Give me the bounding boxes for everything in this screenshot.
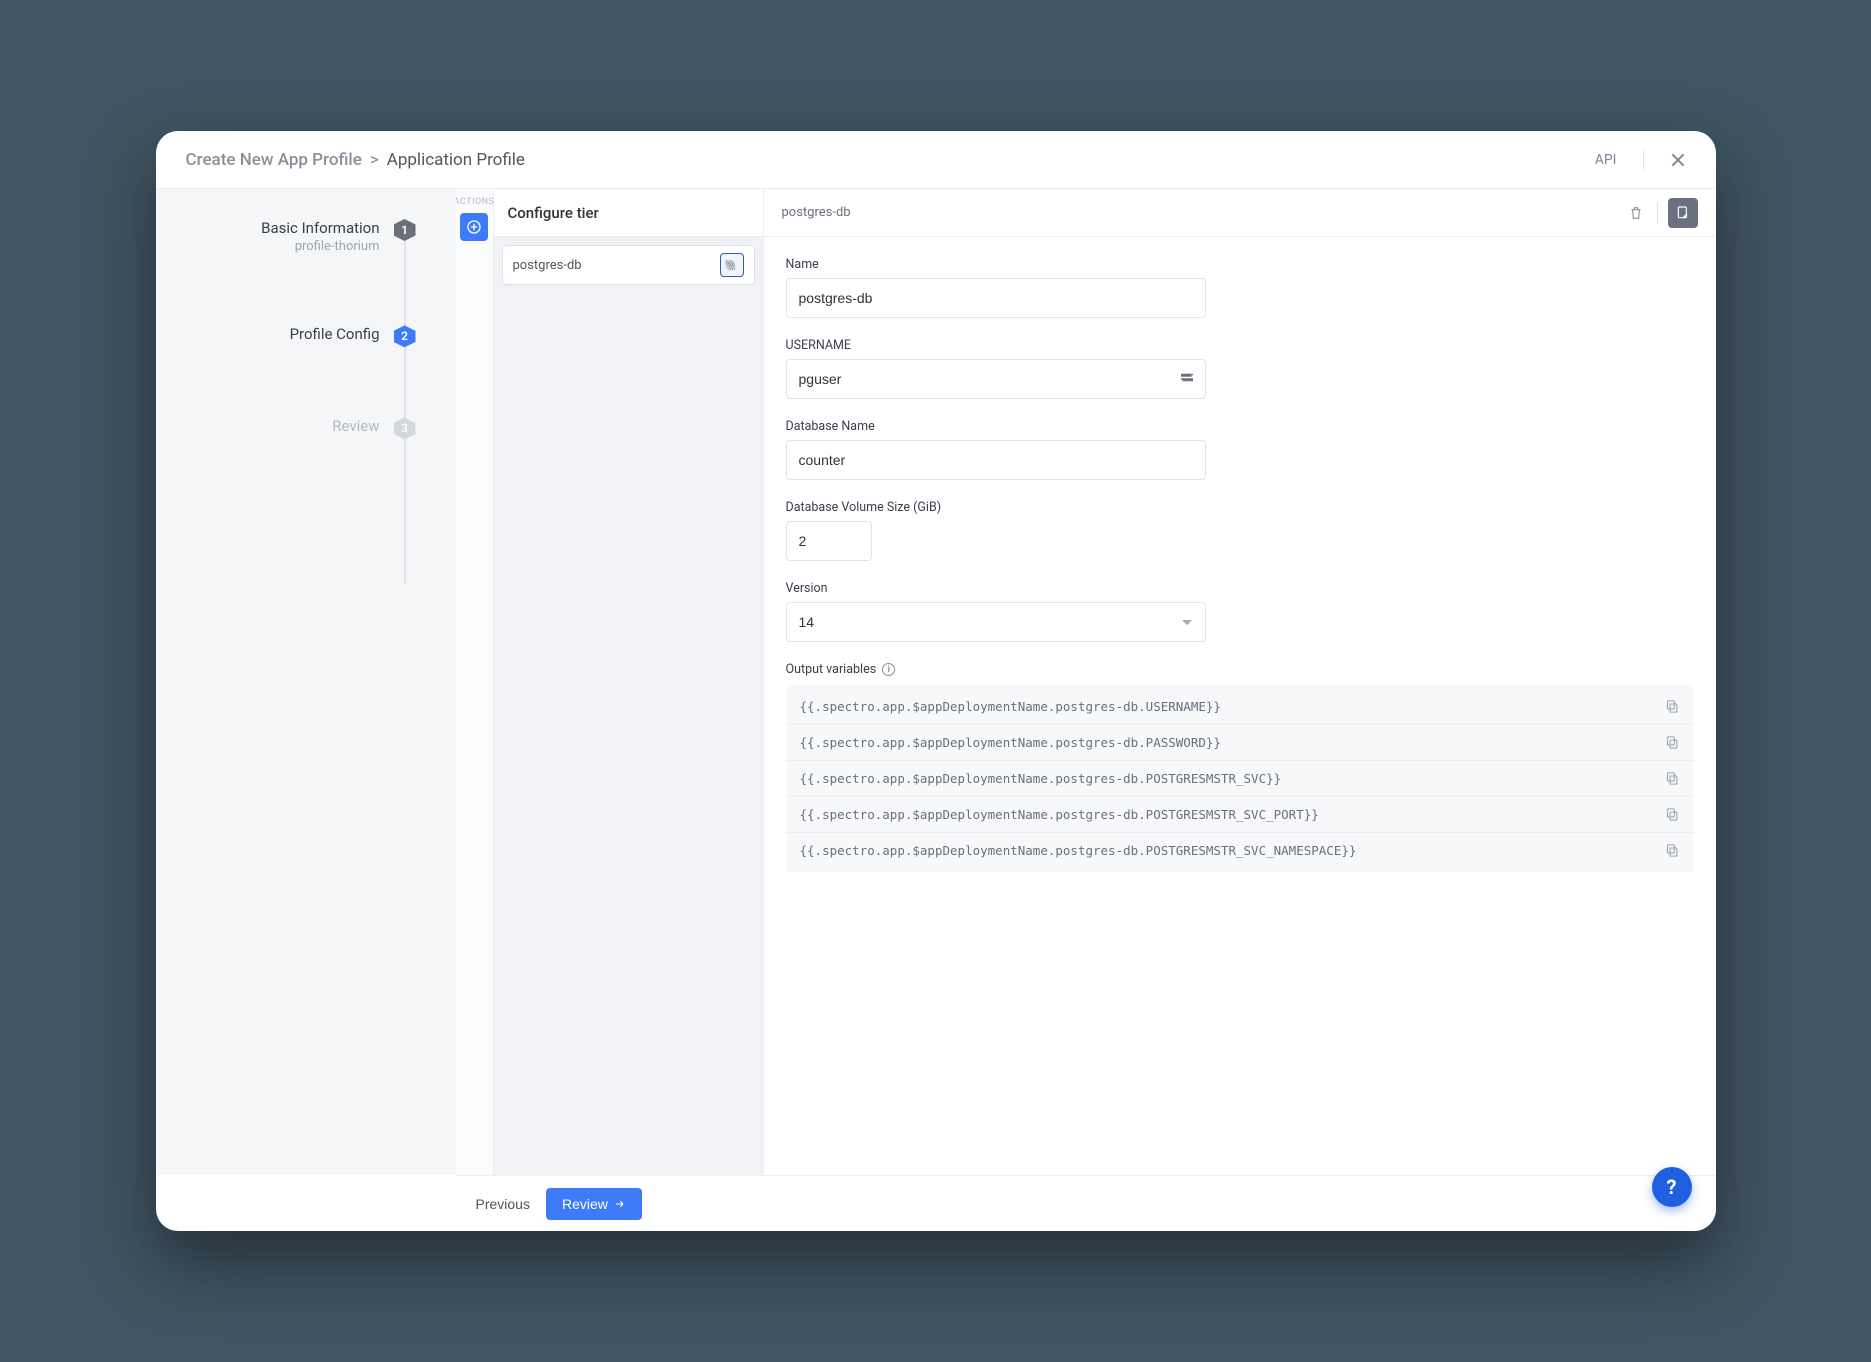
field-label: Name (786, 257, 1694, 272)
postgres-icon: 🐘 (720, 253, 744, 277)
output-var-row: {{.spectro.app.$appDeploymentName.postgr… (786, 689, 1694, 725)
step-title: Profile Config (290, 325, 380, 345)
output-var-row: {{.spectro.app.$appDeploymentName.postgr… (786, 725, 1694, 761)
tiers-column: ACTIONS Configure tier postgres-db 🐘 (456, 189, 764, 1175)
database-name-input[interactable] (786, 440, 1206, 480)
info-icon[interactable]: i (882, 663, 895, 676)
breadcrumb-current: Application Profile (387, 150, 525, 170)
breadcrumb-sep: > (370, 150, 379, 170)
output-var-text: {{.spectro.app.$appDeploymentName.postgr… (800, 807, 1319, 822)
actions-strip: ACTIONS (456, 189, 494, 1175)
version-select[interactable]: 14 (786, 602, 1206, 642)
trash-icon (1628, 205, 1644, 221)
step-basic-information[interactable]: Basic Information profile-thorium 1 (156, 219, 456, 255)
previous-button[interactable]: Previous (476, 1196, 530, 1212)
api-link[interactable]: API (1595, 152, 1617, 168)
breadcrumb-root[interactable]: Create New App Profile (186, 150, 362, 170)
field-label: Database Name (786, 419, 1694, 434)
form-area: Name USERNAME Database Name Database Vol… (764, 237, 1716, 1175)
step-badge-icon: 3 (394, 417, 416, 439)
help-fab[interactable]: ? (1652, 1167, 1692, 1207)
edit-yaml-button[interactable] (1668, 198, 1698, 228)
plus-circle-icon (466, 219, 482, 235)
output-var-row: {{.spectro.app.$appDeploymentName.postgr… (786, 797, 1694, 833)
panel-divider (1657, 202, 1658, 224)
copy-icon[interactable] (1665, 843, 1680, 858)
step-subtitle: profile-thorium (261, 239, 379, 256)
step-badge-icon: 2 (394, 325, 416, 347)
add-tier-button[interactable] (460, 213, 488, 241)
name-input[interactable] (786, 278, 1206, 318)
app-window: Create New App Profile > Application Pro… (156, 131, 1716, 1231)
document-edit-icon (1675, 205, 1691, 221)
field-label: Version (786, 581, 1694, 596)
panel-header: postgres-db (764, 189, 1716, 237)
output-variables-section: Output variables i {{.spectro.app.$appDe… (786, 662, 1694, 872)
copy-icon[interactable] (1665, 735, 1680, 750)
wizard-steps: Basic Information profile-thorium 1 Prof… (156, 189, 456, 1175)
copy-icon[interactable] (1665, 699, 1680, 714)
step-connector (404, 234, 406, 584)
output-var-text: {{.spectro.app.$appDeploymentName.postgr… (800, 771, 1282, 786)
stack-icon (1178, 370, 1196, 388)
tier-item-label: postgres-db (513, 258, 582, 273)
volume-size-input[interactable] (786, 521, 872, 561)
output-variables-label: Output variables (786, 662, 877, 677)
header-bar: Create New App Profile > Application Pro… (156, 131, 1716, 189)
field-username: USERNAME (786, 338, 1694, 399)
step-review[interactable]: Review 3 (156, 417, 456, 439)
header-divider (1643, 149, 1644, 171)
output-var-text: {{.spectro.app.$appDeploymentName.postgr… (800, 735, 1221, 750)
copy-icon[interactable] (1665, 771, 1680, 786)
field-label: USERNAME (786, 338, 1694, 353)
output-variables-list: {{.spectro.app.$appDeploymentName.postgr… (786, 685, 1694, 872)
step-title: Basic Information (261, 219, 379, 239)
tiers-heading: Configure tier (494, 189, 763, 237)
config-panel: postgres-db Name USERNAME (764, 189, 1716, 1175)
output-var-row: {{.spectro.app.$appDeploymentName.postgr… (786, 761, 1694, 797)
review-button[interactable]: Review (546, 1188, 642, 1220)
field-volume-size: Database Volume Size (GiB) (786, 500, 1694, 561)
output-var-text: {{.spectro.app.$appDeploymentName.postgr… (800, 699, 1221, 714)
step-badge-icon: 1 (394, 219, 416, 241)
field-version: Version 14 (786, 581, 1694, 642)
wizard-footer: Previous Review (456, 1175, 1716, 1231)
close-icon[interactable] (1670, 152, 1686, 168)
panel-title: postgres-db (782, 205, 851, 220)
username-input[interactable] (786, 359, 1206, 399)
output-var-text: {{.spectro.app.$appDeploymentName.postgr… (800, 843, 1357, 858)
output-var-row: {{.spectro.app.$appDeploymentName.postgr… (786, 833, 1694, 868)
copy-icon[interactable] (1665, 807, 1680, 822)
step-profile-config[interactable]: Profile Config 2 (156, 325, 456, 347)
actions-label: ACTIONS (454, 197, 495, 207)
review-button-label: Review (562, 1196, 608, 1212)
arrow-right-icon (614, 1198, 626, 1210)
delete-tier-button[interactable] (1621, 198, 1651, 228)
body: Basic Information profile-thorium 1 Prof… (156, 189, 1716, 1175)
step-title: Review (332, 417, 379, 437)
field-name: Name (786, 257, 1694, 318)
tiers-area: Configure tier postgres-db 🐘 (494, 189, 763, 1175)
field-database-name: Database Name (786, 419, 1694, 480)
field-label: Database Volume Size (GiB) (786, 500, 1694, 515)
tier-item-postgres-db[interactable]: postgres-db 🐘 (502, 245, 755, 285)
